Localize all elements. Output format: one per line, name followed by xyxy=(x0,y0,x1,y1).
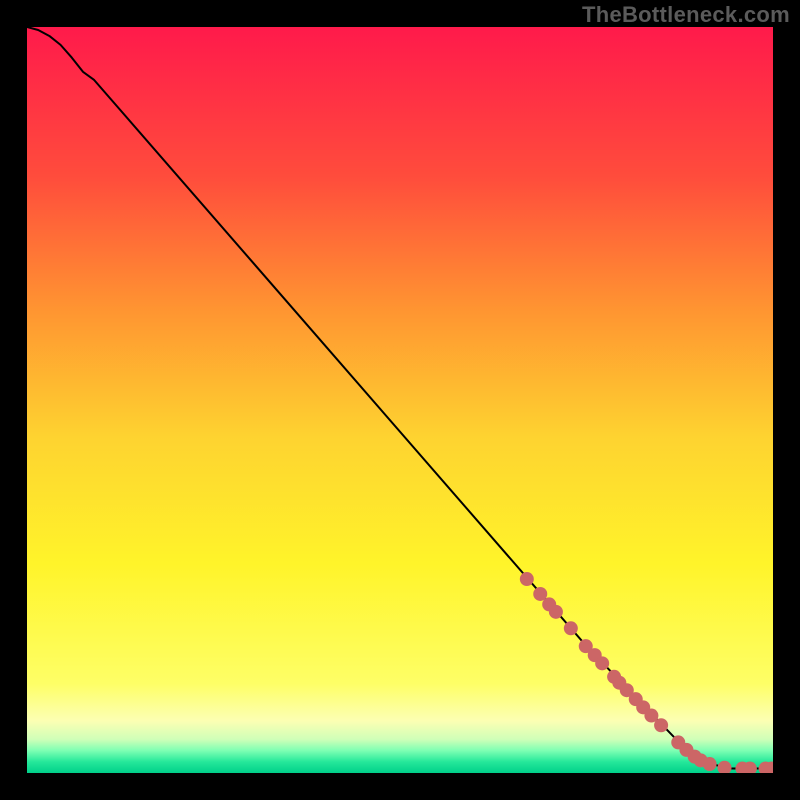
chart-svg xyxy=(27,27,773,773)
data-point xyxy=(654,718,668,732)
data-point xyxy=(703,757,717,771)
data-point xyxy=(564,621,578,635)
watermark-label: TheBottleneck.com xyxy=(582,2,790,28)
data-point xyxy=(595,656,609,670)
data-point xyxy=(549,605,563,619)
data-point xyxy=(520,572,534,586)
chart-plot-area xyxy=(27,27,773,773)
chart-outer-frame: TheBottleneck.com xyxy=(0,0,800,800)
plot-background xyxy=(27,27,773,773)
